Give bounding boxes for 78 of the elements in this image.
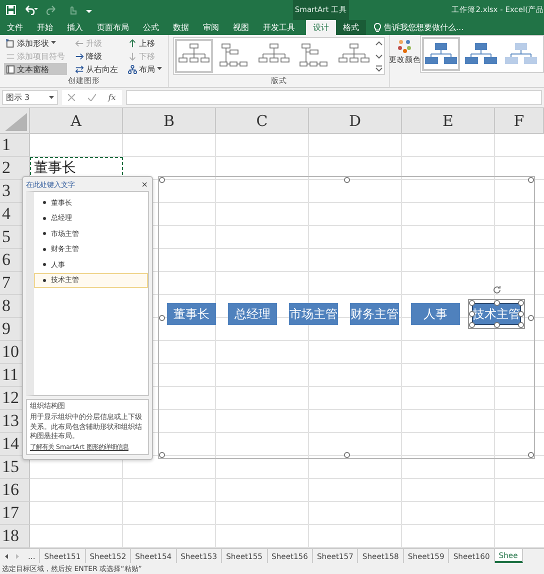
row-header[interactable]: 1 <box>0 134 30 157</box>
resize-handle[interactable] <box>528 177 534 183</box>
row-header[interactable]: 17 <box>0 502 30 525</box>
resize-handle[interactable] <box>159 452 165 458</box>
ribbon-tab[interactable]: 格式 <box>336 20 366 35</box>
gallery-scroll-icon[interactable] <box>375 39 383 73</box>
ribbon-tab[interactable]: 页面布局 <box>90 20 136 35</box>
style-thumbnail-icon <box>464 42 498 66</box>
resize-handle[interactable] <box>528 452 534 458</box>
text-pane-icon <box>6 64 15 74</box>
style-thumbnail-icon <box>504 42 538 66</box>
name-box[interactable]: 图示 3 <box>2 90 58 105</box>
org-chart-node[interactable]: 技术主管 <box>472 303 521 325</box>
ribbon-tab[interactable]: 设计 <box>306 20 336 35</box>
right-arrow-icon <box>75 52 84 60</box>
org-chart-node[interactable]: 市场主管 <box>289 303 338 325</box>
ribbon-tab[interactable]: 视图 <box>226 20 256 35</box>
org-chart-node[interactable]: 财务主管 <box>350 303 399 325</box>
tell-me-field[interactable]: 告诉我您想要做什么... <box>384 22 464 33</box>
row-header[interactable]: 16 <box>0 479 30 502</box>
caret-icon <box>51 41 56 45</box>
ribbon-tab[interactable]: 插入 <box>60 20 90 35</box>
hierarchy-icon <box>128 64 137 74</box>
formula-input[interactable] <box>126 90 542 105</box>
ribbon-command[interactable]: 从右向左 <box>73 63 120 75</box>
column-header[interactable]: C <box>216 108 309 134</box>
swap-arrows-icon <box>75 64 84 74</box>
column-header[interactable]: D <box>309 108 402 134</box>
ribbon-tab[interactable]: 数据 <box>166 20 196 35</box>
row-header[interactable]: 15 <box>0 456 30 479</box>
check-icon[interactable] <box>88 94 96 101</box>
caret-icon <box>49 96 54 100</box>
insert-function-button[interactable]: fx <box>108 93 116 102</box>
column-header[interactable]: A <box>30 108 123 134</box>
column-header[interactable]: F <box>495 108 544 134</box>
caret-icon <box>157 67 162 71</box>
customize-arrow-icon[interactable] <box>86 7 92 13</box>
row-header[interactable]: 2 <box>0 157 30 180</box>
ribbon-command[interactable]: 布局 <box>126 63 164 75</box>
resize-handle[interactable] <box>159 177 165 183</box>
column-header[interactable]: B <box>123 108 216 134</box>
ribbon-command[interactable]: 上移 <box>126 37 164 49</box>
ribbon-tab[interactable]: 开发工具 <box>256 20 302 35</box>
org-chart-layout-icon <box>298 43 330 69</box>
resize-handle[interactable] <box>344 452 350 458</box>
org-chart-node[interactable]: 人事 <box>411 303 460 325</box>
ribbon-tab[interactable]: 文件 <box>0 20 30 35</box>
layout-gallery[interactable] <box>173 37 385 75</box>
save-icon[interactable] <box>6 5 16 15</box>
org-chart-node[interactable]: 总经理 <box>228 303 277 325</box>
column-header[interactable]: E <box>402 108 495 134</box>
ribbon-tab[interactable]: 开始 <box>30 20 60 35</box>
touch-mode-icon[interactable] <box>68 5 78 15</box>
resize-handle[interactable] <box>344 177 350 183</box>
bullet-icon <box>6 52 15 60</box>
rotate-handle-icon[interactable] <box>492 285 502 295</box>
close-button[interactable]: × <box>140 181 149 189</box>
left-arrow-icon <box>75 38 84 48</box>
undo-icon[interactable] <box>24 5 38 15</box>
up-arrow-icon <box>128 38 137 48</box>
org-chart-layout-icon <box>218 43 250 69</box>
ribbon-command[interactable]: 文本窗格 <box>4 63 67 75</box>
style-gallery[interactable] <box>420 35 544 73</box>
row-header[interactable]: 18 <box>0 525 30 548</box>
ribbon-tab[interactable]: 审阅 <box>196 20 226 35</box>
ribbon-command[interactable]: 添加形状 <box>4 37 67 49</box>
lightbulb-icon <box>374 23 381 32</box>
add-shape-icon <box>6 38 15 48</box>
down-arrow-icon <box>128 52 137 60</box>
cancel-icon[interactable] <box>68 94 76 101</box>
org-chart-node[interactable]: 董事长 <box>167 303 216 325</box>
style-thumbnail-icon <box>424 42 458 66</box>
ribbon-tab[interactable]: 公式 <box>136 20 166 35</box>
resize-handle[interactable] <box>159 314 165 320</box>
smartart-frame[interactable]: 董事长 总经理 市场主管 财务主管 人事 技术主管 <box>158 176 535 459</box>
ribbon-command[interactable]: 降级 <box>73 50 120 62</box>
color-dots-icon <box>397 39 413 53</box>
resize-handle[interactable] <box>494 300 500 306</box>
